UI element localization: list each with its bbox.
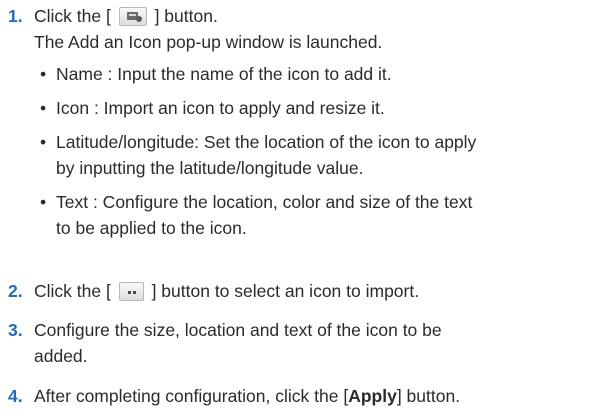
step-3: 3. Configure the size, location and text… bbox=[8, 317, 593, 369]
list-item: • Latitude/longitude: Set the location o… bbox=[40, 132, 477, 178]
list-item: • Name : Input the name of the icon to a… bbox=[40, 64, 392, 84]
step-2-line: Click the [ ] button to select an icon t… bbox=[34, 281, 420, 301]
step-4-line: After completing configuration, click th… bbox=[34, 386, 461, 406]
apply-label: Apply bbox=[348, 386, 397, 406]
step-4: 4. After completing configuration, click… bbox=[8, 383, 593, 409]
list-item: • Icon : Import an icon to apply and res… bbox=[40, 98, 385, 118]
step-2: 2. Click the [ ] button to select an ico… bbox=[8, 278, 593, 304]
step-1: 1. Click the [ ] button. The Add an Icon… bbox=[8, 3, 593, 249]
step-number: 2. bbox=[8, 281, 23, 301]
step-1-line-2: The Add an Icon pop-up window is launche… bbox=[34, 32, 383, 52]
list-item: • Text : Configure the location, color a… bbox=[40, 192, 473, 238]
browse-dots-button-icon bbox=[118, 282, 144, 301]
add-icon-button-icon bbox=[118, 7, 147, 26]
step-1-line-1: Click the [ ] button. bbox=[34, 6, 218, 26]
instruction-page: 1. Click the [ ] button. The Add an Icon… bbox=[0, 0, 597, 414]
step-number: 3. bbox=[8, 320, 23, 340]
step-number: 4. bbox=[8, 386, 23, 406]
field-list: • Name : Input the name of the icon to a… bbox=[34, 61, 593, 241]
step-number: 1. bbox=[8, 6, 23, 26]
